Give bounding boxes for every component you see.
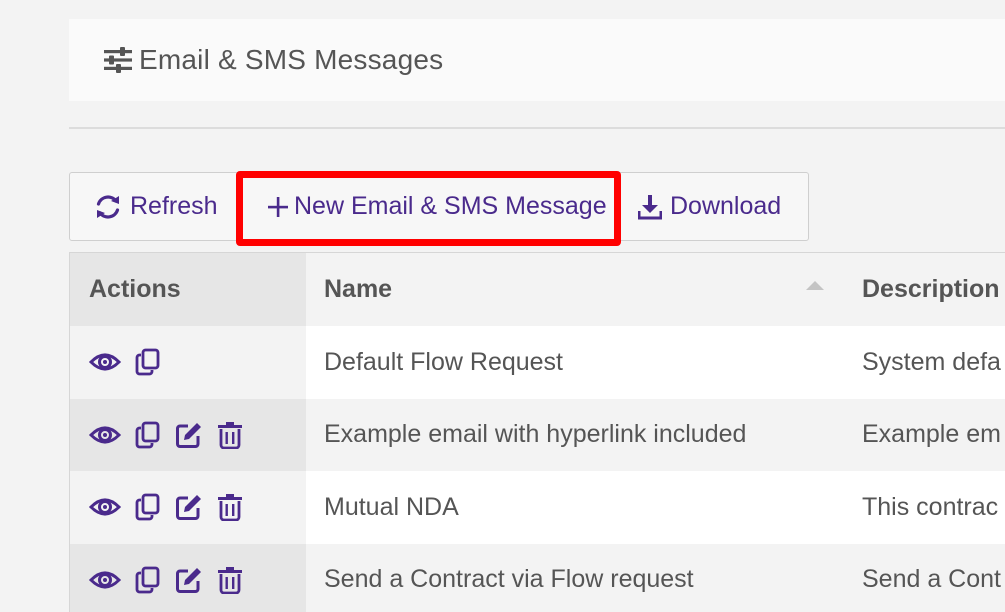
download-icon (638, 194, 662, 220)
column-header-actions: Actions (70, 253, 306, 326)
edit-icon[interactable] (175, 566, 203, 594)
delete-icon[interactable] (217, 493, 243, 522)
messages-table: Actions Name Description Default Flow Re… (69, 252, 1005, 612)
row-description: System defa (844, 326, 1005, 399)
page-title: Email & SMS Messages (139, 44, 444, 75)
delete-icon[interactable] (217, 566, 243, 594)
edit-icon[interactable] (175, 493, 203, 521)
copy-icon[interactable] (135, 566, 161, 594)
table-row: Send a Contract via Flow request Send a C… (70, 543, 1005, 612)
row-actions (70, 398, 306, 471)
download-label: Download (670, 192, 782, 220)
copy-icon[interactable] (135, 493, 161, 521)
download-button[interactable]: Download (638, 173, 781, 240)
row-description: Send a Cont (844, 543, 1005, 612)
delete-icon[interactable] (217, 421, 243, 449)
copy-icon[interactable] (135, 421, 161, 449)
new-message-label: New Email & SMS Message (294, 192, 607, 220)
row-actions (70, 543, 306, 612)
row-description: This contrac (844, 471, 1005, 544)
row-name: Example email with hyperlink included (306, 398, 844, 471)
edit-icon[interactable] (175, 421, 203, 449)
table-row: Default Flow Request System defa (70, 326, 1005, 399)
table-row: Example email with hyperlink included Exa… (70, 398, 1005, 471)
row-actions (70, 471, 306, 544)
row-description: Example em (844, 398, 1005, 471)
row-name: Send a Contract via Flow request (306, 543, 844, 612)
view-icon[interactable] (89, 422, 121, 448)
plus-icon (266, 195, 290, 219)
column-header-name[interactable]: Name (306, 253, 844, 326)
divider (69, 127, 1005, 129)
view-icon[interactable] (89, 494, 121, 520)
row-name: Mutual NDA (306, 471, 844, 544)
refresh-icon (94, 193, 122, 221)
sort-ascending-icon[interactable] (806, 281, 824, 290)
row-name: Default Flow Request (306, 326, 844, 399)
sliders-icon (103, 46, 133, 74)
row-actions (70, 326, 306, 399)
table-row: Mutual NDA This contrac (70, 471, 1005, 544)
column-header-description: Description (844, 253, 1005, 326)
copy-icon[interactable] (135, 348, 161, 376)
refresh-label: Refresh (130, 192, 218, 220)
table-header-row: Actions Name Description (70, 253, 1005, 326)
view-icon[interactable] (89, 567, 121, 593)
view-icon[interactable] (89, 349, 121, 375)
refresh-button[interactable]: Refresh (94, 173, 218, 240)
page-header: Email & SMS Messages (69, 19, 1005, 101)
new-message-button[interactable]: New Email & SMS Message (266, 173, 607, 240)
toolbar: Refresh New Email & SMS Message Download (69, 172, 809, 241)
column-header-name-label: Name (324, 275, 393, 303)
